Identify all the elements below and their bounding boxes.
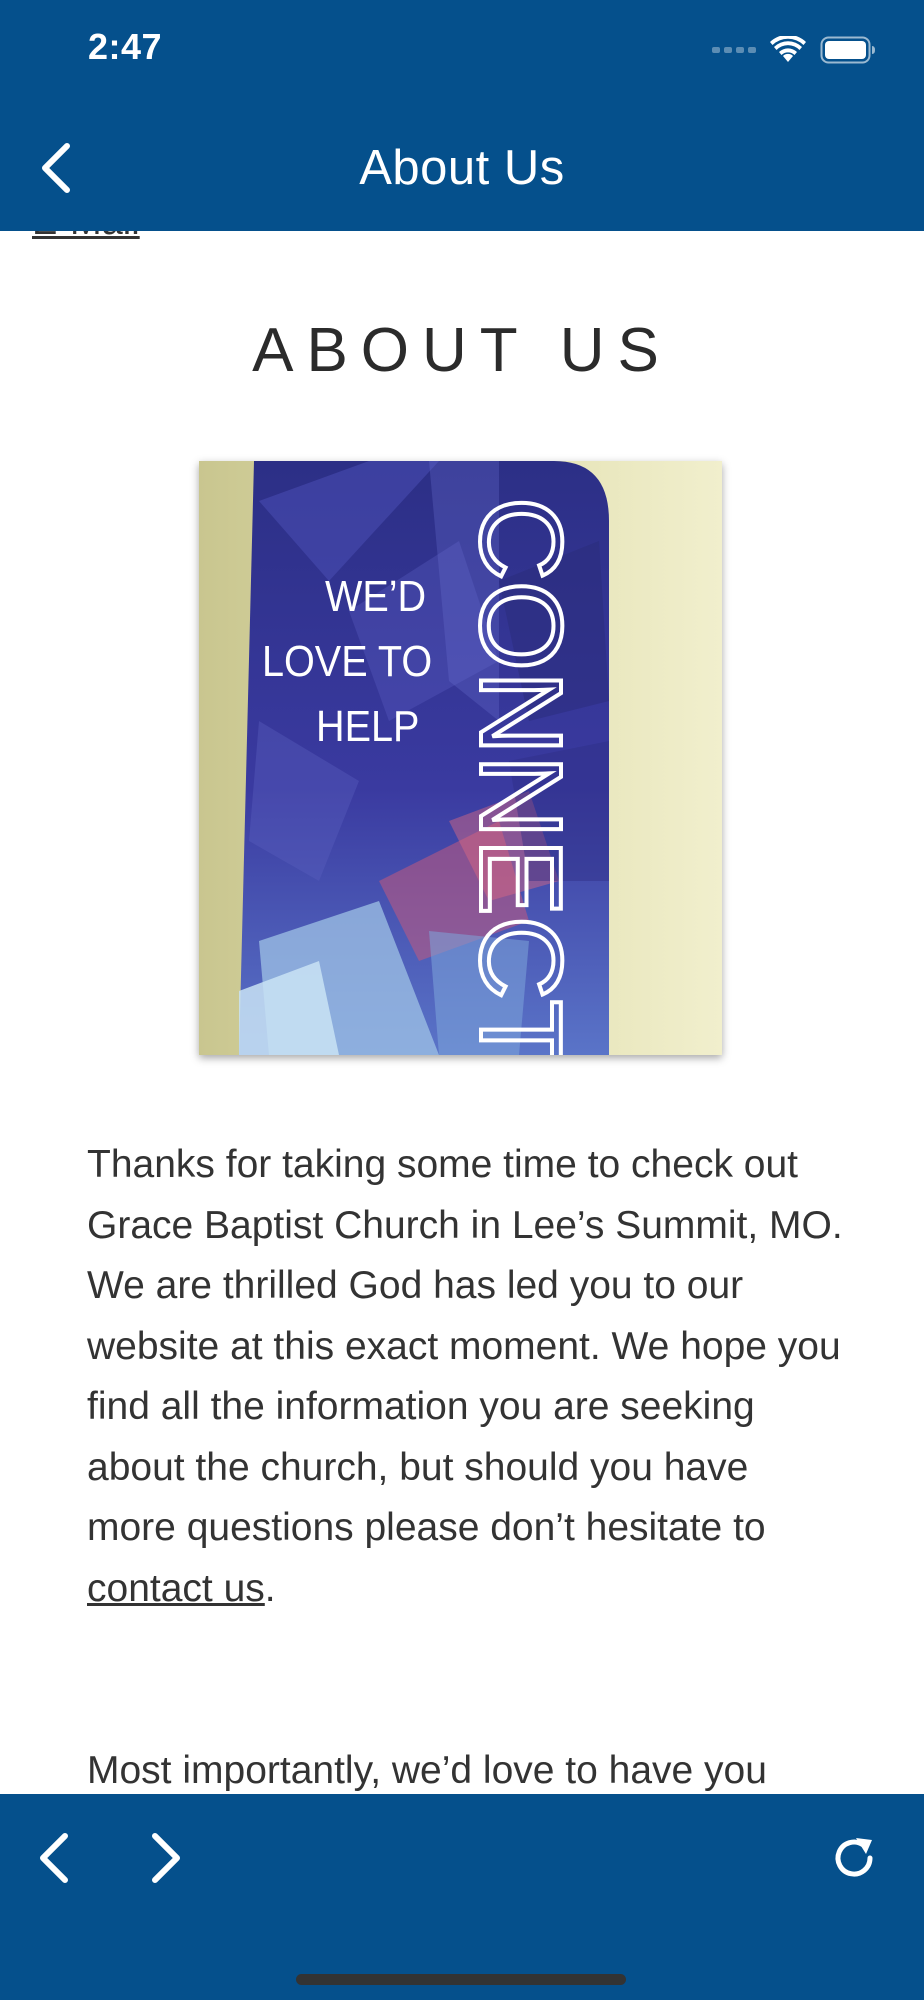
battery-icon xyxy=(820,36,876,64)
bottom-toolbar xyxy=(0,1794,924,2000)
status-time: 2:47 xyxy=(88,26,163,67)
refresh-icon xyxy=(835,1838,873,1877)
web-content[interactable]: E-Mail ABOUT US xyxy=(0,231,924,1794)
browser-forward-button[interactable] xyxy=(134,1826,198,1890)
intro-paragraph: Thanks for taking some time to check out… xyxy=(87,1135,847,1619)
second-paragraph: Most importantly, we’d love to have you xyxy=(87,1749,767,1792)
wifi-icon xyxy=(770,36,806,64)
svg-text:HELP: HELP xyxy=(316,701,419,750)
top-bar: 2:47 About Us xyxy=(0,0,924,231)
connect-banner-photo: WE’D LOVE TO HELP CONNECT xyxy=(199,461,722,1055)
nav-title: About Us xyxy=(359,141,565,195)
home-indicator xyxy=(296,1974,626,1985)
intro-text: Thanks for taking some time to check out… xyxy=(87,1143,843,1549)
contact-us-link[interactable]: contact us xyxy=(87,1567,265,1610)
status-indicators xyxy=(712,34,876,66)
screen: 2:47 About Us ABOUT US WE’D LOVE TO HELP… xyxy=(0,0,924,2000)
chevron-left-icon xyxy=(40,1833,68,1883)
chevron-right-icon xyxy=(152,1833,180,1883)
browser-back-button[interactable] xyxy=(22,1826,86,1890)
intro-text-end: . xyxy=(264,1566,276,1610)
refresh-button[interactable] xyxy=(822,1826,886,1890)
email-link[interactable]: E-Mail xyxy=(32,231,140,244)
svg-text:WE’D: WE’D xyxy=(325,571,426,620)
page-heading: ABOUT US xyxy=(252,316,672,385)
cellular-signal-icon xyxy=(712,47,756,53)
svg-text:CONNECT: CONNECT xyxy=(456,497,586,1055)
svg-text:LOVE TO: LOVE TO xyxy=(262,636,432,685)
